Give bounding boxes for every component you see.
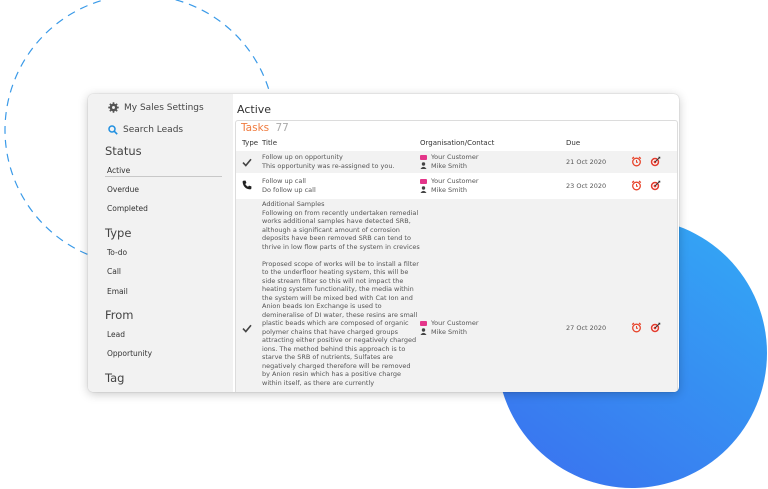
search-leads-label: Search Leads: [123, 125, 184, 135]
filter-lead[interactable]: Lead: [107, 330, 125, 339]
filter-completed[interactable]: Completed: [107, 204, 148, 213]
phone-icon: [242, 180, 252, 190]
tasks-panel: Tasks 77 Type Title Organisation/Contact…: [235, 120, 678, 392]
task-description: Do follow up call: [262, 185, 316, 194]
task-title-line: Follow up call: [262, 177, 306, 185]
task-title[interactable]: Follow up call Do follow up call: [262, 177, 420, 194]
person-icon: [420, 328, 427, 336]
organisation-contact: Your Customer Mike Smith: [420, 177, 479, 194]
alarm-clock-icon[interactable]: [631, 180, 642, 191]
sidebar: My Sales Settings Search Leads Status Ac…: [88, 94, 233, 392]
alarm-clock-icon[interactable]: [631, 322, 642, 333]
tasks-count: 77: [275, 122, 289, 134]
task-title[interactable]: Follow up on opportunity This opportunit…: [262, 153, 420, 170]
organisation-contact: Your Customer Mike Smith: [420, 319, 479, 336]
organisation-icon: [420, 178, 427, 184]
active-filter-underline: [105, 176, 222, 177]
check-icon: [242, 324, 252, 333]
my-sales-settings-label: My Sales Settings: [124, 102, 204, 113]
contact-name[interactable]: Mike Smith: [431, 186, 467, 195]
table-row[interactable]: Follow up on opportunity This opportunit…: [236, 151, 677, 173]
contact-name[interactable]: Mike Smith: [431, 328, 467, 337]
from-heading: From: [105, 308, 134, 322]
organisation-name[interactable]: Your Customer: [431, 153, 479, 162]
type-heading: Type: [105, 226, 132, 240]
search-leads-link[interactable]: Search Leads: [108, 125, 183, 135]
column-header-due[interactable]: Due: [566, 139, 580, 147]
organisation-icon: [420, 320, 427, 326]
organisation-contact: Your Customer Mike Smith: [420, 153, 479, 170]
filter-active[interactable]: Active: [107, 166, 130, 175]
filter-overdue[interactable]: Overdue: [107, 185, 139, 194]
task-title[interactable]: Additional Samples Following on from rec…: [262, 200, 420, 392]
target-icon[interactable]: [650, 180, 661, 191]
status-heading: Status: [105, 144, 142, 158]
due-date: 21 Oct 2020: [566, 158, 607, 166]
task-description: This opportunity was re-assigned to you.: [262, 161, 395, 170]
main-panel: Active Tasks 77 Type Title Organisation/…: [233, 94, 679, 392]
filter-opportunity[interactable]: Opportunity: [107, 349, 152, 358]
organisation-icon: [420, 154, 427, 160]
due-date: 23 Oct 2020: [566, 182, 607, 190]
check-icon: [242, 158, 252, 167]
table-row[interactable]: Follow up call Do follow up call Your Cu…: [236, 175, 677, 197]
filter-email[interactable]: Email: [107, 287, 128, 296]
gear-icon: [108, 102, 119, 113]
column-header-title[interactable]: Title: [262, 139, 277, 147]
sales-app-window: My Sales Settings Search Leads Status Ac…: [88, 94, 679, 392]
alarm-clock-icon[interactable]: [631, 156, 642, 167]
task-description: Additional Samples Following on from rec…: [262, 200, 420, 251]
organisation-name[interactable]: Your Customer: [431, 319, 479, 328]
contact-name[interactable]: Mike Smith: [431, 162, 467, 171]
tag-heading: Tag: [105, 371, 125, 385]
tasks-label: Tasks: [241, 122, 270, 134]
filter-call[interactable]: Call: [107, 267, 121, 276]
task-title-line: Follow up on opportunity: [262, 153, 343, 161]
my-sales-settings-link[interactable]: My Sales Settings: [108, 102, 204, 113]
page-title: Active: [237, 103, 272, 116]
due-date: 27 Oct 2020: [566, 324, 607, 332]
table-row[interactable]: Additional Samples Following on from rec…: [236, 199, 677, 392]
column-header-type[interactable]: Type: [242, 139, 258, 147]
target-icon[interactable]: [650, 322, 661, 333]
task-description: Proposed scope of works will be to insta…: [262, 259, 421, 387]
person-icon: [420, 162, 427, 170]
tasks-header: Tasks 77: [241, 122, 289, 134]
search-icon: [108, 125, 118, 135]
column-header-organisation[interactable]: Organisation/Contact: [420, 139, 494, 147]
filter-to-do[interactable]: To-do: [107, 248, 127, 257]
target-icon[interactable]: [650, 156, 661, 167]
organisation-name[interactable]: Your Customer: [431, 177, 479, 186]
person-icon: [420, 186, 427, 194]
